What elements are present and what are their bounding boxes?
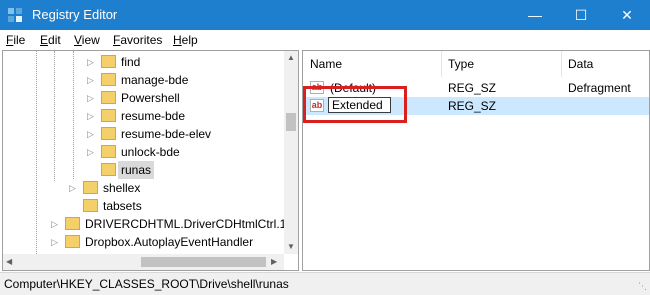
current-key-path: Computer\HKEY_CLASSES_ROOT\Drive\shell\r…: [4, 277, 289, 291]
folder-icon: [101, 127, 116, 140]
chevron-right-icon[interactable]: ▷: [87, 53, 99, 71]
folder-icon: [101, 55, 116, 68]
menu-help[interactable]: Help: [173, 33, 198, 47]
registry-editor-icon: [8, 8, 22, 22]
tree-guide-line: [36, 51, 37, 254]
column-header-data[interactable]: Data: [561, 51, 649, 77]
folder-icon: [83, 181, 98, 194]
registry-value-list[interactable]: Name Type Data ab (Default) REG_SZ Defra…: [302, 50, 650, 271]
column-header-type[interactable]: Type: [441, 51, 561, 77]
value-type: REG_SZ: [448, 81, 497, 95]
folder-icon: [101, 163, 116, 176]
folder-icon: [65, 217, 80, 230]
value-type: REG_SZ: [448, 99, 497, 113]
scroll-thumb[interactable]: [141, 257, 266, 267]
minimize-button[interactable]: —: [512, 0, 558, 30]
menu-edit[interactable]: Edit: [40, 33, 61, 47]
status-bar: Computer\HKEY_CLASSES_ROOT\Drive\shell\r…: [0, 272, 650, 295]
tree-horizontal-scrollbar[interactable]: ◀ ▶: [3, 254, 284, 270]
scroll-up-icon[interactable]: ▲: [287, 53, 295, 62]
folder-icon: [65, 235, 80, 248]
chevron-right-icon[interactable]: ▷: [51, 233, 63, 251]
tree-vertical-scrollbar[interactable]: ▲ ▼: [284, 51, 298, 254]
chevron-right-icon[interactable]: ▷: [69, 179, 81, 197]
folder-icon: [101, 73, 116, 86]
menu-favorites[interactable]: Favorites: [113, 33, 162, 47]
maximize-icon: ☐: [574, 7, 588, 23]
registry-key-tree[interactable]: ▷ find ▷ manage-bde ▷ Powershell ▷ resum…: [2, 50, 299, 271]
minimize-icon: —: [528, 7, 542, 23]
folder-icon: [101, 145, 116, 158]
maximize-button[interactable]: ☐: [558, 0, 604, 30]
scroll-thumb[interactable]: [286, 113, 296, 131]
menu-file[interactable]: File: [6, 33, 25, 47]
chevron-right-icon[interactable]: ▷: [87, 107, 99, 125]
resize-grip-icon[interactable]: ⋱: [638, 281, 647, 292]
chevron-right-icon[interactable]: ▷: [51, 215, 63, 233]
folder-icon: [101, 109, 116, 122]
tree-guide-line: [73, 51, 74, 179]
close-icon: ✕: [621, 7, 633, 23]
scroll-left-icon[interactable]: ◀: [6, 257, 12, 266]
highlight-annotation: [303, 86, 407, 123]
chevron-right-icon[interactable]: ▷: [87, 89, 99, 107]
scroll-down-icon[interactable]: ▼: [287, 242, 295, 251]
title-bar: Registry Editor — ☐ ✕: [0, 0, 650, 30]
folder-icon: [83, 199, 98, 212]
chevron-right-icon[interactable]: ▷: [87, 71, 99, 89]
tree-guide-line: [54, 51, 55, 181]
chevron-right-icon[interactable]: ▷: [87, 125, 99, 143]
value-data: Defragment: [568, 81, 631, 95]
scroll-right-icon[interactable]: ▶: [271, 257, 277, 266]
close-button[interactable]: ✕: [604, 0, 650, 30]
folder-icon: [101, 91, 116, 104]
chevron-right-icon[interactable]: ▷: [87, 143, 99, 161]
window-title: Registry Editor: [32, 7, 118, 22]
menu-bar: File Edit View Favorites Help: [0, 30, 650, 50]
menu-view[interactable]: View: [74, 33, 100, 47]
column-header-name[interactable]: Name: [303, 51, 441, 77]
